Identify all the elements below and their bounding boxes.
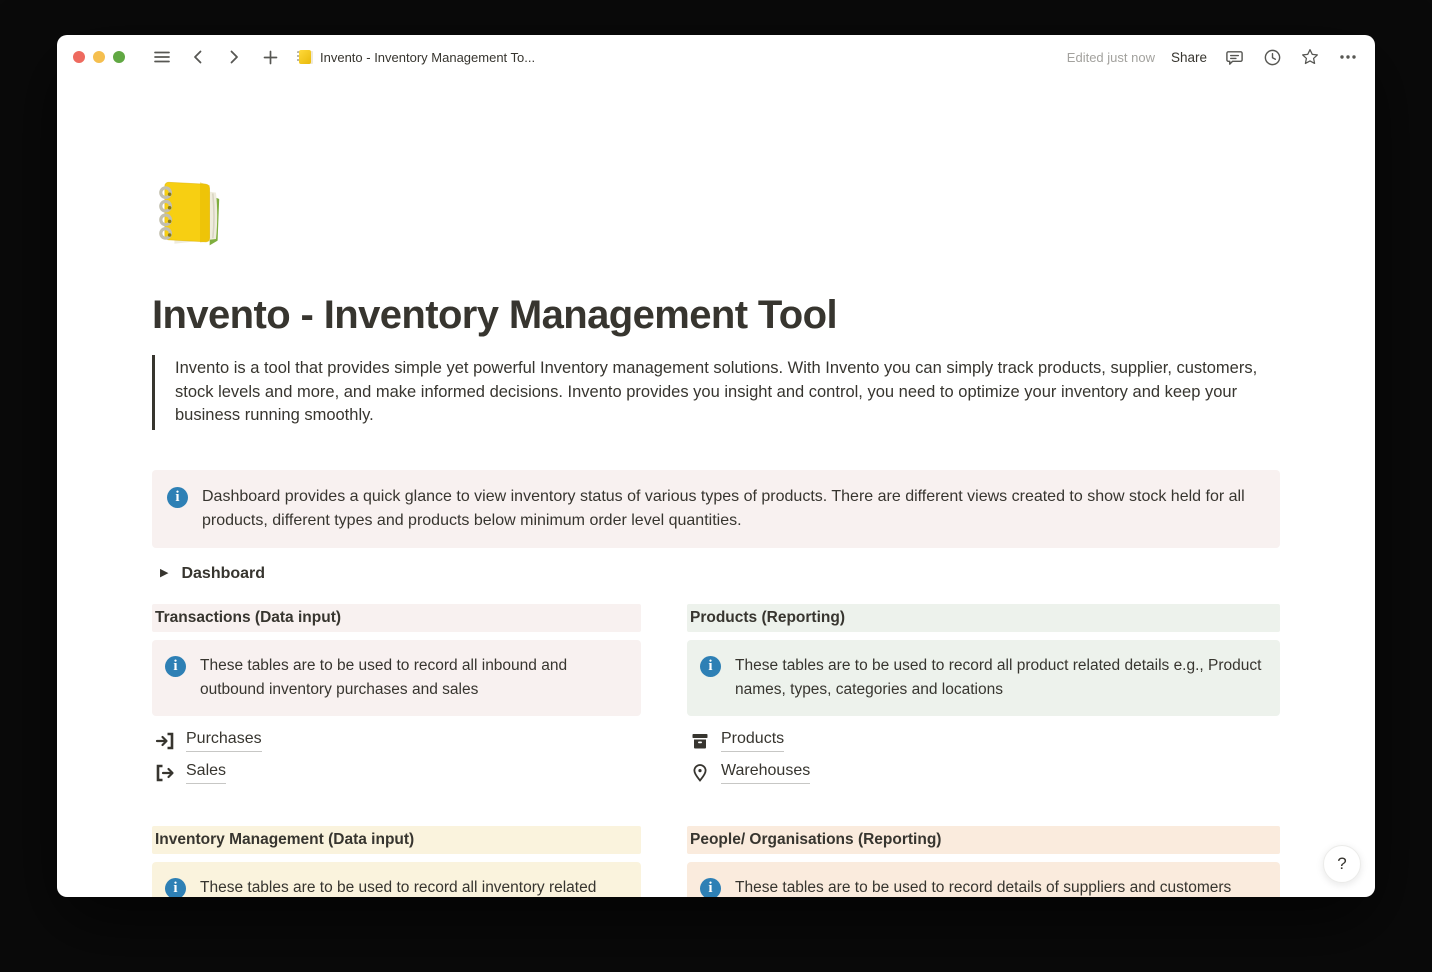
titlebar-actions: Edited just now Share — [1067, 46, 1359, 68]
exit-door-icon — [155, 763, 175, 783]
page-notebook-emoji-icon[interactable] — [152, 175, 232, 255]
page-link-sales[interactable]: Sales — [152, 758, 641, 788]
people-organisations-callout: i These tables are to be used to record … — [687, 862, 1280, 898]
toggle-arrow-icon[interactable]: ▶ — [160, 568, 168, 579]
page-link-purchases[interactable]: Purchases — [152, 726, 641, 756]
edited-status: Edited just now — [1067, 50, 1155, 65]
close-window-button[interactable] — [73, 51, 85, 63]
people-organisations-section: People/ Organisations (Reporting) i Thes… — [687, 826, 1280, 898]
intro-quote: Invento is a tool that provides simple y… — [152, 355, 1262, 430]
back-icon[interactable] — [187, 46, 209, 68]
new-tab-plus-icon[interactable] — [259, 46, 281, 68]
transactions-header: Transactions (Data input) — [152, 604, 641, 632]
products-header: Products (Reporting) — [687, 604, 1280, 632]
info-icon: i — [700, 656, 721, 677]
favorite-star-icon[interactable] — [1299, 46, 1321, 68]
enter-door-icon — [155, 731, 175, 751]
sales-link-label: Sales — [186, 761, 226, 784]
window-title: Invento - Inventory Management To... — [297, 49, 535, 65]
people-organisations-header: People/ Organisations (Reporting) — [687, 826, 1280, 854]
people-organisations-callout-text: These tables are to be used to record de… — [735, 876, 1231, 898]
purchases-link-label: Purchases — [186, 729, 262, 752]
forward-icon[interactable] — [223, 46, 245, 68]
zoom-window-button[interactable] — [113, 51, 125, 63]
products-callout: i These tables are to be used to record … — [687, 640, 1280, 716]
inventory-management-section: Inventory Management (Data input) i Thes… — [152, 826, 641, 898]
app-window: Invento - Inventory Management To... Edi… — [57, 35, 1375, 897]
minimize-window-button[interactable] — [93, 51, 105, 63]
updates-clock-icon[interactable] — [1261, 46, 1283, 68]
comments-icon[interactable] — [1223, 46, 1245, 68]
products-link-label: Products — [721, 729, 784, 752]
products-callout-text: These tables are to be used to record al… — [735, 654, 1266, 702]
help-button[interactable]: ? — [1323, 845, 1361, 883]
dashboard-info-text: Dashboard provides a quick glance to vie… — [202, 485, 1264, 533]
archive-box-icon — [690, 731, 710, 751]
info-icon: i — [165, 656, 186, 677]
info-icon: i — [167, 487, 188, 508]
title-bar: Invento - Inventory Management To... Edi… — [57, 35, 1375, 79]
inventory-management-callout-text: These tables are to be used to record al… — [200, 876, 627, 898]
warehouses-link-label: Warehouses — [721, 761, 810, 784]
dashboard-toggle[interactable]: ▶ Dashboard — [152, 561, 1280, 587]
columns-row-1: Transactions (Data input) i These tables… — [152, 604, 1280, 790]
more-options-icon[interactable] — [1337, 46, 1359, 68]
dashboard-info-callout: i Dashboard provides a quick glance to v… — [152, 470, 1280, 548]
products-section: Products (Reporting) i These tables are … — [687, 604, 1280, 790]
info-icon: i — [165, 878, 186, 898]
page-link-warehouses[interactable]: Warehouses — [687, 758, 1280, 788]
transactions-callout: i These tables are to be used to record … — [152, 640, 641, 716]
page-content: Invento - Inventory Management Tool Inve… — [152, 79, 1280, 897]
share-button[interactable]: Share — [1171, 50, 1207, 65]
inventory-management-callout: i These tables are to be used to record … — [152, 862, 641, 898]
dashboard-toggle-label: Dashboard — [181, 565, 265, 583]
location-pin-icon — [690, 763, 710, 783]
transactions-section: Transactions (Data input) i These tables… — [152, 604, 641, 790]
page-title: Invento - Inventory Management Tool — [152, 291, 1280, 339]
page-link-products[interactable]: Products — [687, 726, 1280, 756]
columns-row-2: Inventory Management (Data input) i Thes… — [152, 826, 1280, 898]
page-notebook-mini-icon — [297, 49, 313, 65]
transactions-callout-text: These tables are to be used to record al… — [200, 654, 627, 702]
traffic-lights — [73, 51, 125, 63]
info-icon: i — [700, 878, 721, 898]
inventory-management-header: Inventory Management (Data input) — [152, 826, 641, 854]
sidebar-menu-icon[interactable] — [151, 46, 173, 68]
